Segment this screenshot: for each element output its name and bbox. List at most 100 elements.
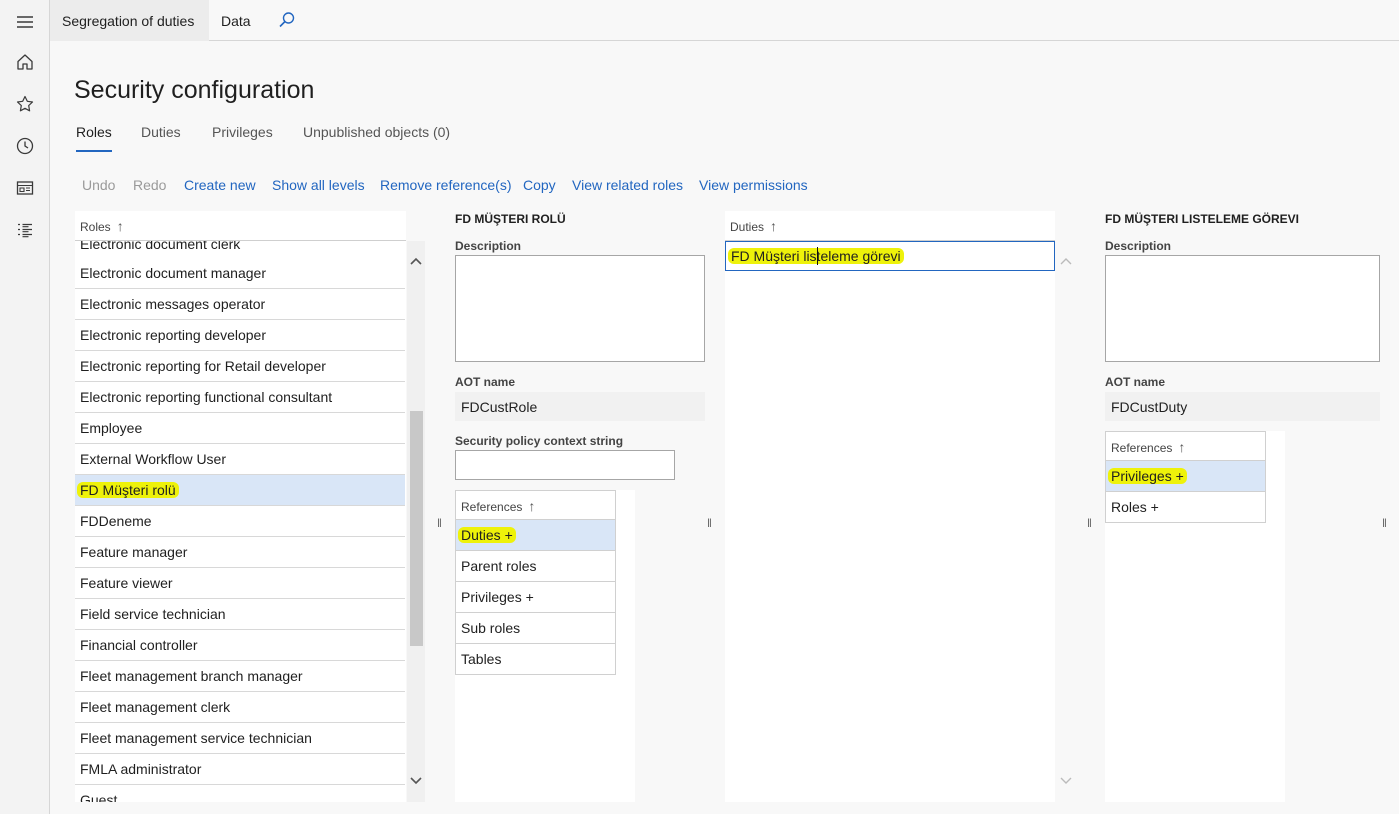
duty-name-value: FD Müşteri listeleme görevi: [728, 248, 904, 264]
role-description-label: Description: [455, 239, 522, 253]
role-name: FDDeneme: [80, 513, 152, 529]
roles-row[interactable]: Fleet management branch manager: [75, 661, 405, 692]
duties-scrollbar[interactable]: [1057, 241, 1075, 802]
tab-data[interactable]: Data: [209, 0, 263, 41]
tab-segregation-of-duties[interactable]: Segregation of duties: [50, 0, 209, 41]
workspace-icon[interactable]: [15, 178, 35, 198]
reference-label: Privileges +: [461, 589, 534, 605]
roles-row[interactable]: Electronic messages operator: [75, 289, 405, 320]
policy-context-input[interactable]: [455, 450, 675, 480]
roles-scrollbar[interactable]: [407, 241, 425, 802]
role-name: Electronic messages operator: [80, 296, 266, 312]
duties-grid-header[interactable]: Duties ↑: [725, 211, 1055, 241]
reference-privileges[interactable]: Privileges +: [1105, 461, 1266, 492]
reference-tables[interactable]: Tables: [455, 644, 616, 675]
chevron-down-icon[interactable]: [1059, 773, 1073, 787]
tab-unpublished-objects[interactable]: Unpublished objects (0): [303, 124, 450, 152]
roles-row[interactable]: Guest: [75, 785, 405, 802]
panel-splitter[interactable]: ‖: [437, 516, 442, 530]
role-name: Fleet management clerk: [80, 699, 231, 715]
roles-row[interactable]: Feature viewer: [75, 568, 405, 599]
roles-row[interactable]: Fleet management service technician: [75, 723, 405, 754]
create-new-button[interactable]: Create new: [184, 177, 256, 193]
reference-privileges[interactable]: Privileges +: [455, 582, 616, 613]
duty-references-grid: References ↑ Privileges + Roles +: [1105, 431, 1285, 802]
role-name: Guest: [80, 792, 118, 802]
panel-splitter[interactable]: ‖: [1087, 516, 1092, 530]
tab-duties[interactable]: Duties: [141, 124, 181, 152]
role-name: Electronic reporting developer: [80, 327, 266, 343]
role-references-header[interactable]: References ↑: [455, 490, 616, 520]
roles-row[interactable]: External Workflow User: [75, 444, 405, 475]
reference-label: Roles +: [1111, 499, 1159, 515]
chevron-up-icon[interactable]: [409, 255, 423, 269]
star-icon[interactable]: [15, 94, 35, 114]
role-name: Fleet management branch manager: [80, 668, 303, 684]
roles-row[interactable]: Field service technician: [75, 599, 405, 630]
roles-row[interactable]: Electronic reporting for Retail develope…: [75, 351, 405, 382]
roles-column-label: Roles: [80, 220, 111, 234]
hamburger-icon[interactable]: [15, 12, 35, 32]
home-icon[interactable]: [15, 52, 35, 72]
role-name: Feature manager: [80, 544, 188, 560]
roles-row[interactable]: Electronic reporting functional consulta…: [75, 382, 405, 413]
duty-aot-field: FDCustDuty: [1105, 392, 1380, 421]
role-name: Electronic reporting for Retail develope…: [80, 358, 326, 374]
chevron-down-icon[interactable]: [409, 773, 423, 787]
role-name: Field service technician: [80, 606, 226, 622]
reference-sub-roles[interactable]: Sub roles: [455, 613, 616, 644]
role-description-field[interactable]: [455, 255, 705, 362]
top-bar: Segregation of duties Data: [50, 0, 1399, 41]
reference-label: Privileges +: [1108, 468, 1187, 484]
tab-roles[interactable]: Roles: [76, 124, 112, 152]
references-column-label: References: [1111, 441, 1173, 455]
show-all-levels-button[interactable]: Show all levels: [272, 177, 365, 193]
remove-references-button[interactable]: Remove reference(s): [380, 177, 512, 193]
roles-row[interactable]: Electronic reporting developer: [75, 320, 405, 351]
roles-row[interactable]: Fleet management clerk: [75, 692, 405, 723]
navigation-rail: [0, 0, 50, 814]
list-icon[interactable]: [15, 220, 35, 240]
panel-splitter[interactable]: ‖: [1382, 516, 1387, 530]
role-aot-field: FDCustRole: [455, 392, 705, 421]
reference-label: Duties +: [458, 527, 516, 543]
duty-references-header[interactable]: References ↑: [1105, 431, 1266, 461]
roles-grid-header[interactable]: Roles ↑: [75, 211, 406, 241]
view-permissions-button[interactable]: View permissions: [699, 177, 808, 193]
duty-detail-title: FD MÜŞTERI LISTELEME GÖREVI: [1105, 212, 1300, 226]
role-name: FMLA administrator: [80, 761, 202, 777]
duty-name-input[interactable]: FD Müşteri listeleme görevi: [725, 241, 1055, 271]
reference-roles[interactable]: Roles +: [1105, 492, 1266, 523]
chevron-up-icon[interactable]: [1059, 255, 1073, 269]
undo-button[interactable]: Undo: [82, 177, 115, 193]
roles-row-selected[interactable]: FD Müşteri rolü: [75, 475, 405, 506]
reference-label: Parent roles: [461, 558, 537, 574]
role-name: FD Müşteri rolü: [77, 482, 179, 498]
sort-ascending-icon: ↑: [528, 498, 536, 514]
roles-row[interactable]: FDDeneme: [75, 506, 405, 537]
reference-parent-roles[interactable]: Parent roles: [455, 551, 616, 582]
panel-splitter[interactable]: ‖: [707, 516, 712, 530]
view-related-roles-button[interactable]: View related roles: [572, 177, 683, 193]
role-detail-title: FD MÜŞTERI ROLÜ: [455, 212, 566, 226]
redo-button[interactable]: Redo: [133, 177, 166, 193]
references-column-label: References: [461, 500, 523, 514]
clock-icon[interactable]: [15, 136, 35, 156]
reference-duties[interactable]: Duties +: [455, 520, 616, 551]
sort-ascending-icon: ↑: [116, 218, 124, 234]
roles-row[interactable]: Financial controller: [75, 630, 405, 661]
tab-privileges[interactable]: Privileges: [212, 124, 273, 152]
roles-row[interactable]: Employee: [75, 413, 405, 444]
role-aot-label: AOT name: [455, 375, 516, 389]
search-icon[interactable]: [278, 11, 296, 29]
roles-row[interactable]: Electronic document manager: [75, 258, 405, 289]
roles-scroll-thumb[interactable]: [410, 411, 423, 646]
roles-row[interactable]: FMLA administrator: [75, 754, 405, 785]
sort-ascending-icon: ↑: [1178, 439, 1186, 455]
roles-row[interactable]: Feature manager: [75, 537, 405, 568]
duty-description-field[interactable]: [1105, 255, 1380, 362]
roles-grid: Roles ↑ Electronic document clerk Electro…: [75, 211, 406, 802]
copy-button[interactable]: Copy: [523, 177, 556, 193]
role-name: Electronic document manager: [80, 265, 266, 281]
role-name: Feature viewer: [80, 575, 173, 591]
